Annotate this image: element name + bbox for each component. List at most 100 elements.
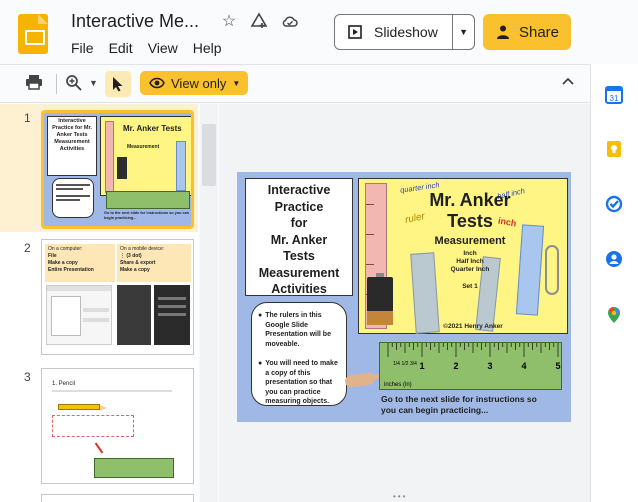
ruler-number: 5 [555,361,560,371]
cloud-status-icon[interactable] [280,12,300,32]
cursor-arrow-icon [113,77,123,92]
share-label: Share [518,23,560,41]
slide-number-3: 3 [24,370,31,384]
thumb-bubble [52,178,94,218]
slide-thumbnail-1[interactable]: Interactive Practice for Mr. Anker Tests… [41,110,194,229]
select-tool-button[interactable] [105,71,131,97]
blue-ruler [515,224,545,316]
print-icon[interactable] [25,74,43,94]
thumb3-pencil-tip [100,405,107,411]
menu-help[interactable]: Help [193,40,222,56]
thumb2-mobile-box: On a mobile device: ⋮ (3 dot) Share & ex… [117,244,191,282]
slide-1: Interactive Practice for Mr. Anker Tests… [237,172,571,422]
thumb3-measure-box [52,415,134,437]
maps-icon[interactable] [605,306,623,324]
star-icon[interactable]: ☆ [219,12,239,32]
svg-text:31: 31 [610,94,619,103]
slide-subtitle: Measurement [434,235,506,247]
collapse-menu-icon[interactable] [561,74,575,92]
left-title-line: Practice [274,199,324,214]
ruler-fraction: 1/4 [393,361,400,367]
present-icon [348,25,362,39]
thumb-battery [117,157,127,179]
thumb-ruler [106,191,190,209]
lock-person-icon [496,25,509,39]
thumb2-screenshot-mobile-2 [154,285,190,345]
resize-handle-icon[interactable]: ••• [393,492,407,501]
footer-line: Go to the next slide for instructions so [381,394,537,404]
document-title[interactable]: Interactive Me... [71,11,199,32]
ruler-number: 1 [419,361,424,371]
tasks-icon[interactable] [605,195,623,213]
calendar-icon[interactable]: 31 [605,86,623,104]
green-ruler[interactable]: 1 2 3 4 5 1/4 1/2 3/4 inches (in) [379,342,562,390]
caret-down-icon: ▼ [459,27,469,37]
menu-bar: File Edit View Help [71,40,222,56]
thumb2-screenshot-desktop [46,285,112,345]
left-title-line: Measurement [258,265,340,280]
toolbar-divider [56,74,57,94]
thumb-pink-ruler [105,121,114,193]
thumb-left-title: Interactive Practice for Mr. Anker Tests… [47,116,97,176]
slide-thumbnail-3[interactable]: 1. Pencil [41,368,194,484]
thumb2-computer-head: On a computer: [48,246,83,252]
slide-title-line: Tests [447,211,493,231]
thumb2-line: ⋮ (3 dot) [120,253,142,259]
slide-thumbnail-2[interactable]: On a computer: File Make a copy Entire P… [41,239,194,355]
battery-image [367,273,393,325]
thumb3-item: 1. Pencil [52,381,76,387]
slides-logo[interactable] [18,14,48,54]
side-panel [590,64,638,502]
slide-title-line: Mr. Anker [429,190,511,210]
speech-bubble: ● The rulers in this Google Slide Present… [251,302,347,406]
ruler-ticks: 1 2 3 4 5 1/4 1/2 3/4 inches (in) [384,343,561,388]
menu-file[interactable]: File [71,40,94,56]
left-title-line: Tests [283,249,315,263]
ruler-unit-label: inches (in) [384,382,412,388]
keep-icon[interactable] [605,140,623,158]
zoom-icon[interactable] [65,74,83,96]
zoom-dropdown-icon[interactable]: ▼ [89,78,98,88]
caret-down-icon: ▼ [232,78,241,88]
ruler-number: 2 [453,361,458,371]
slide-thumbnail-4[interactable] [41,494,194,502]
slideshow-label: Slideshow [374,24,438,40]
divider [0,64,590,65]
sub-line: Quarter Inch [450,266,490,273]
slideshow-button[interactable]: Slideshow [335,15,452,49]
left-title-box: Interactive Practice for Mr. Anker Tests… [245,178,353,296]
thumb2-line: Entire Presentation [48,267,94,273]
left-title-line: Interactive [267,183,331,197]
menu-edit[interactable]: Edit [109,40,133,56]
menu-view[interactable]: View [148,40,178,56]
bullet: ● The rulers in this Google Slide Present… [258,311,340,349]
share-button[interactable]: Share [483,14,571,50]
left-title-line: Activities [271,282,327,296]
footer-line: you can begin practicing... [381,405,489,415]
thumb2-line: File [48,253,57,259]
paper-clip-image [545,245,559,295]
move-to-drive-icon[interactable] [249,12,269,32]
view-only-button[interactable]: View only ▼ [140,71,248,95]
thumb2-screenshot-mobile-1 [117,285,151,345]
slideshow-options-button[interactable]: ▼ [452,15,474,49]
filmstrip-scrollbar-thumb[interactable] [202,124,216,186]
left-title-line: Mr. Anker [270,232,328,247]
thumb-title: Mr. Anker Tests [123,124,182,133]
thumb3-instructions [52,390,172,392]
slide-title: Mr. Anker Tests [422,190,518,232]
ruler-number: 3 [487,361,492,371]
view-only-label: View only [171,75,227,91]
thumb3-pencil [58,404,100,410]
thumb2-mobile-head: On a mobile device: [120,246,165,252]
eye-icon [149,77,165,89]
contacts-icon[interactable] [605,250,623,268]
thumb2-line: Make a copy [120,267,150,273]
slide-number-2: 2 [24,241,31,255]
slideshow-button-group: Slideshow ▼ [334,14,475,50]
slide-number-1: 1 [24,111,31,125]
sub-line: Half Inch [456,258,484,265]
copyright: ©2021 Henry Anker [443,323,503,330]
thumb3-ruler [94,458,174,478]
pointing-hand-image [344,371,383,389]
